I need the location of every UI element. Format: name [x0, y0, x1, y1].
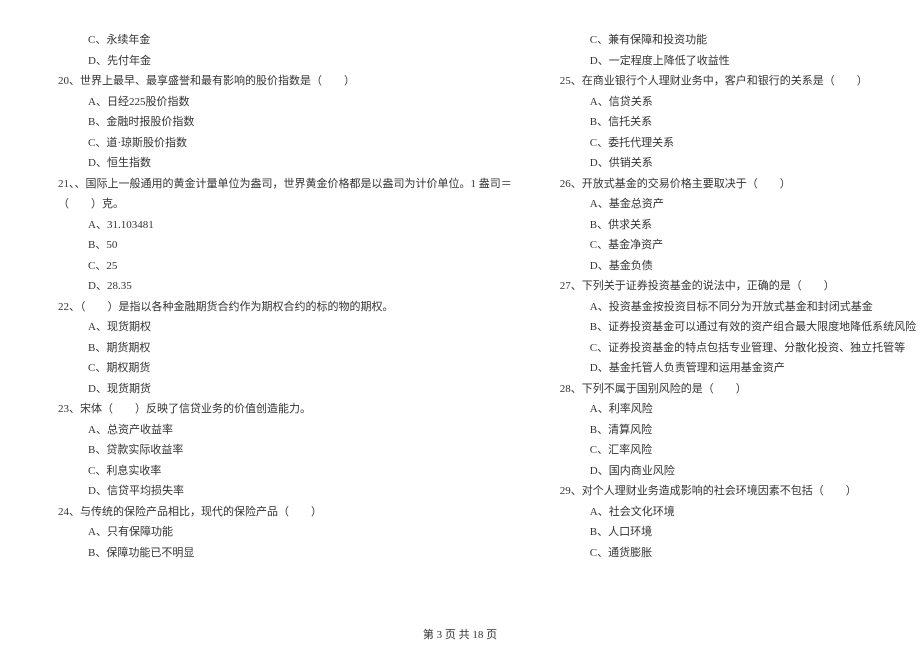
q23-option-c: C、利息实收率	[50, 461, 512, 482]
left-column: C、永续年金 D、先付年金 20、世界上最早、最享盛誉和最有影响的股价指数是（ …	[50, 30, 512, 563]
q20-option-c: C、道·琼斯股价指数	[50, 133, 512, 154]
question-23: 23、宋体（ ）反映了信贷业务的价值创造能力。	[50, 399, 512, 420]
option-d: D、一定程度上降低了收益性	[552, 51, 916, 72]
q26-option-c: C、基金净资产	[552, 235, 916, 256]
question-28: 28、下列不属于国别风险的是（ ）	[552, 379, 916, 400]
q20-option-d: D、恒生指数	[50, 153, 512, 174]
q26-option-d: D、基金负债	[552, 256, 916, 277]
option-c: C、永续年金	[50, 30, 512, 51]
q22-option-c: C、期权期货	[50, 358, 512, 379]
q22-option-d: D、现货期货	[50, 379, 512, 400]
q22-option-a: A、现货期权	[50, 317, 512, 338]
q22-option-b: B、期货期权	[50, 338, 512, 359]
q26-option-a: A、基金总资产	[552, 194, 916, 215]
option-d: D、先付年金	[50, 51, 512, 72]
q28-option-c: C、汇率风险	[552, 440, 916, 461]
q27-option-b: B、证券投资基金可以通过有效的资产组合最大限度地降低系统风险	[552, 317, 916, 338]
q25-option-a: A、信贷关系	[552, 92, 916, 113]
q26-option-b: B、供求关系	[552, 215, 916, 236]
q27-option-a: A、投资基金按投资目标不同分为开放式基金和封闭式基金	[552, 297, 916, 318]
question-25: 25、在商业银行个人理财业务中，客户和银行的关系是（ ）	[552, 71, 916, 92]
option-c: C、兼有保障和投资功能	[552, 30, 916, 51]
q21-option-d: D、28.35	[50, 276, 512, 297]
question-26: 26、开放式基金的交易价格主要取决于（ ）	[552, 174, 916, 195]
q29-option-b: B、人口环境	[552, 522, 916, 543]
q20-option-a: A、日经225股价指数	[50, 92, 512, 113]
question-21-cont: （ ）克。	[50, 194, 512, 215]
q25-option-d: D、供销关系	[552, 153, 916, 174]
question-22: 22、（ ）是指以各种金融期货合约作为期权合约的标的物的期权。	[50, 297, 512, 318]
question-24: 24、与传统的保险产品相比，现代的保险产品（ ）	[50, 502, 512, 523]
page-footer: 第 3 页 共 18 页	[0, 626, 920, 642]
q28-option-a: A、利率风险	[552, 399, 916, 420]
q24-option-a: A、只有保障功能	[50, 522, 512, 543]
question-21: 21、、国际上一般通用的黄金计量单位为盎司，世界黄金价格都是以盎司为计价单位。1…	[50, 174, 512, 195]
q23-option-a: A、总资产收益率	[50, 420, 512, 441]
two-column-layout: C、永续年金 D、先付年金 20、世界上最早、最享盛誉和最有影响的股价指数是（ …	[50, 30, 870, 563]
q20-option-b: B、金融时报股价指数	[50, 112, 512, 133]
q25-option-c: C、委托代理关系	[552, 133, 916, 154]
q27-option-d: D、基金托管人负责管理和运用基金资产	[552, 358, 916, 379]
q23-option-b: B、贷款实际收益率	[50, 440, 512, 461]
question-20: 20、世界上最早、最享盛誉和最有影响的股价指数是（ ）	[50, 71, 512, 92]
q24-option-b: B、保障功能已不明显	[50, 543, 512, 564]
question-29: 29、对个人理财业务造成影响的社会环境因素不包括（ ）	[552, 481, 916, 502]
q25-option-b: B、信托关系	[552, 112, 916, 133]
q28-option-b: B、清算风险	[552, 420, 916, 441]
q27-option-c: C、证券投资基金的特点包括专业管理、分散化投资、独立托管等	[552, 338, 916, 359]
q21-option-c: C、25	[50, 256, 512, 277]
q21-option-b: B、50	[50, 235, 512, 256]
q21-option-a: A、31.103481	[50, 215, 512, 236]
right-column: C、兼有保障和投资功能 D、一定程度上降低了收益性 25、在商业银行个人理财业务…	[552, 30, 916, 563]
q29-option-c: C、通货膨胀	[552, 543, 916, 564]
question-27: 27、下列关于证券投资基金的说法中，正确的是（ ）	[552, 276, 916, 297]
q29-option-a: A、社会文化环境	[552, 502, 916, 523]
q28-option-d: D、国内商业风险	[552, 461, 916, 482]
q23-option-d: D、信贷平均损失率	[50, 481, 512, 502]
